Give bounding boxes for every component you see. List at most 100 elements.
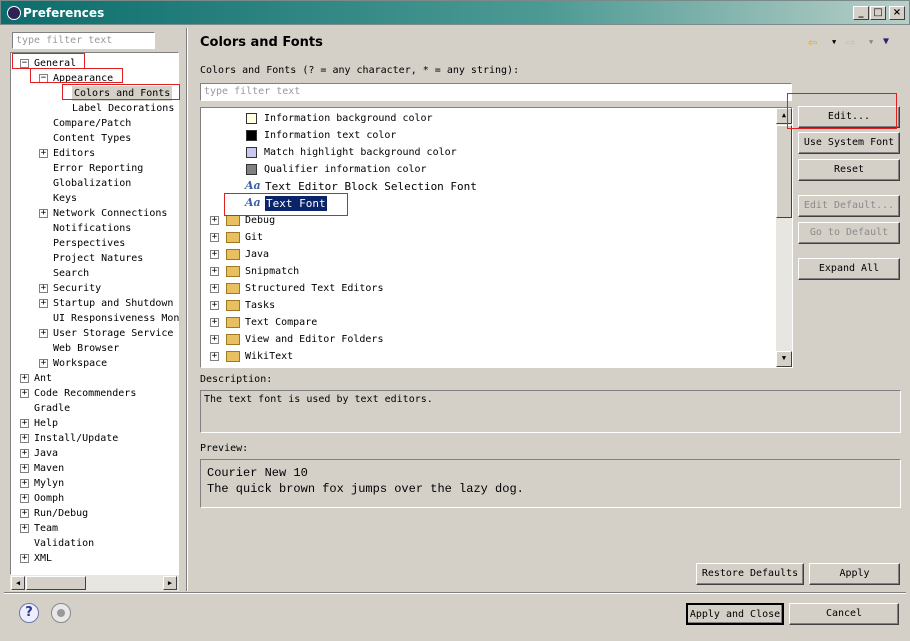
expand-toggle-icon[interactable]: + (20, 374, 29, 383)
expand-toggle-icon[interactable]: + (39, 284, 48, 293)
tree-item[interactable]: Keys (53, 191, 77, 206)
back-arrow-icon[interactable]: ⇦ (808, 33, 817, 51)
expand-toggle-icon[interactable]: + (20, 494, 29, 503)
forward-menu-icon[interactable]: ▼ (869, 38, 873, 46)
tree-item[interactable]: Structured Text Editors (245, 281, 383, 296)
tree-item[interactable]: Gradle (34, 401, 70, 416)
expand-toggle-icon[interactable]: + (20, 509, 29, 518)
expand-toggle-icon[interactable]: + (39, 329, 48, 338)
expand-toggle-icon[interactable]: + (210, 250, 219, 259)
tree-item[interactable]: Network Connections (53, 206, 167, 221)
tree-item[interactable]: UI Responsiveness Mon (53, 311, 179, 326)
expand-toggle-icon[interactable]: + (20, 524, 29, 533)
close-button[interactable]: × (889, 6, 905, 20)
go-to-default-button[interactable]: Go to Default (798, 222, 900, 244)
edit-default-button[interactable]: Edit Default... (798, 195, 900, 217)
tree-item[interactable]: Mylyn (34, 476, 64, 491)
tree-item[interactable]: Globalization (53, 176, 131, 191)
apply-and-close-button[interactable]: Apply and Close (686, 603, 784, 625)
expand-toggle-icon[interactable]: + (39, 299, 48, 308)
forward-arrow-icon[interactable]: ⇨ (846, 33, 855, 51)
tree-item[interactable]: Text Compare (245, 315, 317, 330)
tree-item[interactable]: WikiText (245, 349, 293, 364)
tree-item[interactable]: Label Decorations (72, 101, 174, 116)
tree-item[interactable]: Error Reporting (53, 161, 143, 176)
expand-toggle-icon[interactable]: + (210, 318, 219, 327)
tree-item[interactable]: Match highlight background color (264, 145, 457, 160)
tree-item[interactable]: Tasks (245, 298, 275, 313)
tree-item[interactable]: Startup and Shutdown (53, 296, 173, 311)
expand-toggle-icon[interactable]: + (20, 464, 29, 473)
back-menu-icon[interactable]: ▼ (832, 38, 836, 46)
tree-item[interactable]: Java (245, 247, 269, 262)
expand-toggle-icon[interactable]: + (20, 479, 29, 488)
folder-icon (226, 300, 240, 311)
reset-button[interactable]: Reset (798, 159, 900, 181)
expand-toggle-icon[interactable]: + (39, 209, 48, 218)
sidebar-horizontal-scrollbar[interactable]: ◀ ▶ (10, 575, 179, 591)
expand-toggle-icon[interactable]: + (20, 554, 29, 563)
tree-item[interactable]: Ant (34, 371, 52, 386)
tree-item[interactable]: Project Natures (53, 251, 143, 266)
tree-vertical-scrollbar[interactable]: ▲ ▼ (776, 108, 792, 367)
tree-item[interactable]: Validation (34, 536, 94, 551)
sash-divider[interactable] (186, 28, 188, 591)
tree-item[interactable]: Workspace (53, 356, 107, 371)
record-icon[interactable] (51, 603, 71, 623)
scroll-right-button[interactable]: ▶ (163, 576, 177, 590)
tree-item[interactable]: Perspectives (53, 236, 125, 251)
expand-toggle-icon[interactable]: + (39, 149, 48, 158)
expand-toggle-icon[interactable]: + (210, 335, 219, 344)
tree-item[interactable]: Content Types (53, 131, 131, 146)
colors-filter-input[interactable]: type filter text (200, 83, 792, 101)
expand-toggle-icon[interactable]: + (210, 352, 219, 361)
expand-toggle-icon[interactable]: + (210, 233, 219, 242)
scroll-left-button[interactable]: ◀ (11, 576, 25, 590)
use-system-font-button[interactable]: Use System Font (798, 132, 900, 154)
tree-item[interactable]: Compare/Patch (53, 116, 131, 131)
tree-item[interactable]: Information background color (264, 111, 433, 126)
expand-toggle-icon[interactable]: + (20, 434, 29, 443)
help-icon[interactable]: ? (19, 603, 39, 623)
sidebar-filter-input[interactable]: type filter text (12, 32, 155, 49)
tree-item[interactable]: Editors (53, 146, 95, 161)
tree-item[interactable]: Text Editor Block Selection Font (265, 179, 477, 194)
restore-defaults-button[interactable]: Restore Defaults (696, 563, 804, 585)
tree-item[interactable]: User Storage Service (53, 326, 173, 341)
tree-item[interactable]: Information text color (264, 128, 396, 143)
apply-button[interactable]: Apply (809, 563, 900, 585)
tree-item[interactable]: Notifications (53, 221, 131, 236)
scroll-thumb[interactable] (776, 125, 792, 218)
expand-toggle-icon[interactable]: + (210, 284, 219, 293)
maximize-button[interactable]: □ (870, 6, 886, 20)
tree-item[interactable]: Oomph (34, 491, 64, 506)
minimize-button[interactable]: _ (853, 6, 869, 20)
view-menu-icon[interactable]: ▼ (883, 36, 889, 47)
expand-toggle-icon[interactable]: + (210, 267, 219, 276)
expand-toggle-icon[interactable]: + (20, 419, 29, 428)
expand-toggle-icon[interactable]: + (39, 359, 48, 368)
tree-item[interactable]: Snipmatch (245, 264, 299, 279)
expand-toggle-icon[interactable]: + (210, 216, 219, 225)
tree-item[interactable]: Qualifier information color (264, 162, 427, 177)
tree-item[interactable]: View and Editor Folders (245, 332, 383, 347)
expand-all-button[interactable]: Expand All (798, 258, 900, 280)
tree-item[interactable]: Git (245, 230, 263, 245)
expand-toggle-icon[interactable]: + (20, 449, 29, 458)
scroll-down-button[interactable]: ▼ (776, 351, 792, 367)
tree-item[interactable]: Maven (34, 461, 64, 476)
cancel-button[interactable]: Cancel (789, 603, 899, 625)
scroll-thumb[interactable] (26, 576, 86, 590)
tree-item[interactable]: XML (34, 551, 52, 566)
tree-item[interactable]: Web Browser (53, 341, 119, 356)
expand-toggle-icon[interactable]: + (210, 301, 219, 310)
tree-item[interactable]: Code Recommenders (34, 386, 136, 401)
tree-item[interactable]: Install/Update (34, 431, 118, 446)
tree-item[interactable]: Team (34, 521, 58, 536)
expand-toggle-icon[interactable]: + (20, 389, 29, 398)
tree-item[interactable]: Security (53, 281, 101, 296)
tree-item[interactable]: Help (34, 416, 58, 431)
tree-item[interactable]: Search (53, 266, 89, 281)
tree-item[interactable]: Run/Debug (34, 506, 88, 521)
tree-item[interactable]: Java (34, 446, 58, 461)
